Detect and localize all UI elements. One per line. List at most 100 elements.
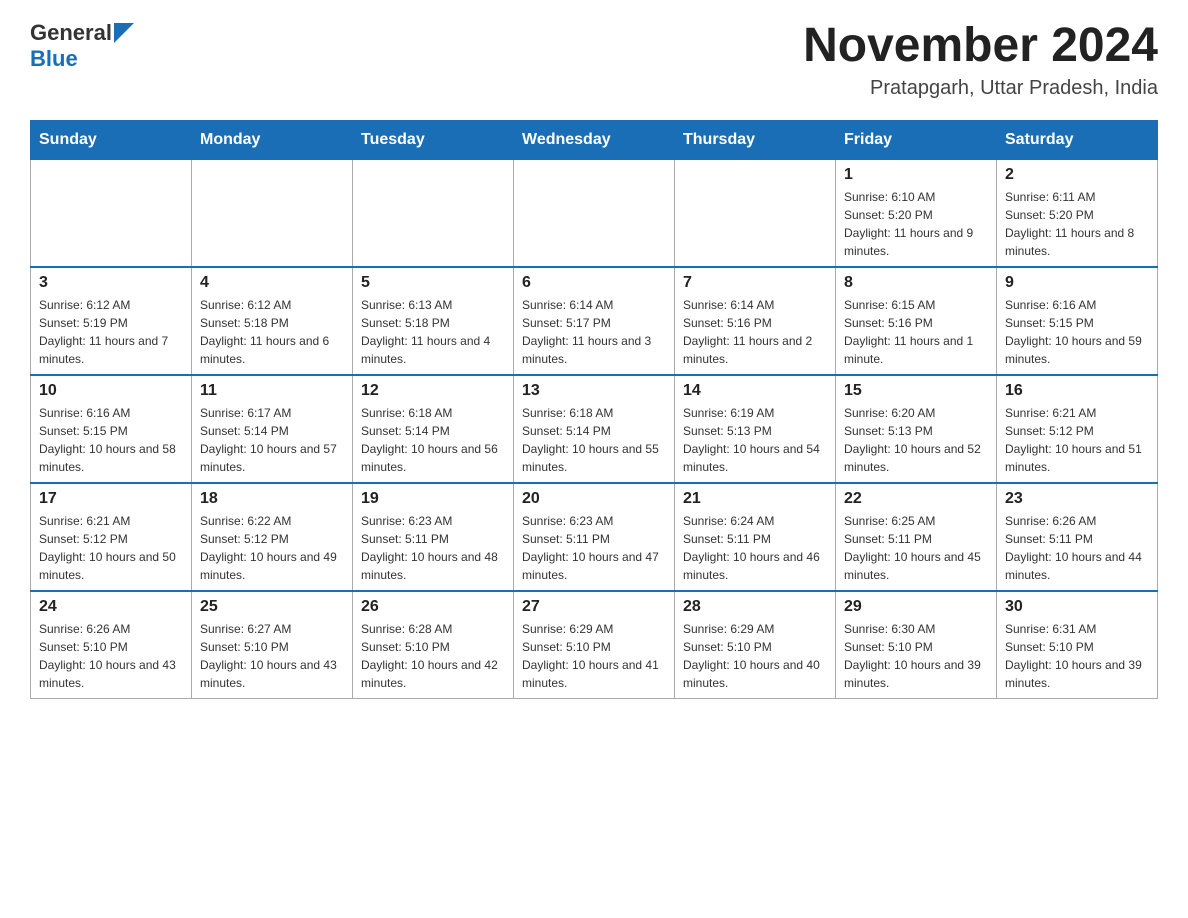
day-number: 22 [844, 490, 988, 508]
day-number: 7 [683, 274, 827, 292]
day-info: Sunrise: 6:16 AM Sunset: 5:15 PM Dayligh… [1005, 296, 1149, 368]
day-info: Sunrise: 6:19 AM Sunset: 5:13 PM Dayligh… [683, 404, 827, 476]
calendar-cell: 20 Sunrise: 6:23 AM Sunset: 5:11 PM Dayli… [514, 483, 675, 591]
calendar-cell: 7 Sunrise: 6:14 AM Sunset: 5:16 PM Daylig… [675, 267, 836, 375]
day-info: Sunrise: 6:18 AM Sunset: 5:14 PM Dayligh… [361, 404, 505, 476]
day-info: Sunrise: 6:23 AM Sunset: 5:11 PM Dayligh… [522, 512, 666, 584]
calendar-cell: 17 Sunrise: 6:21 AM Sunset: 5:12 PM Dayli… [31, 483, 192, 591]
day-number: 15 [844, 382, 988, 400]
day-info: Sunrise: 6:12 AM Sunset: 5:19 PM Dayligh… [39, 296, 183, 368]
title-area: November 2024 Pratapgarh, Uttar Pradesh,… [803, 20, 1158, 100]
day-info: Sunrise: 6:26 AM Sunset: 5:11 PM Dayligh… [1005, 512, 1149, 584]
day-number: 9 [1005, 274, 1149, 292]
calendar-cell: 4 Sunrise: 6:12 AM Sunset: 5:18 PM Daylig… [192, 267, 353, 375]
day-info: Sunrise: 6:23 AM Sunset: 5:11 PM Dayligh… [361, 512, 505, 584]
day-number: 20 [522, 490, 666, 508]
weekday-header-friday: Friday [836, 120, 997, 159]
week-row-2: 3 Sunrise: 6:12 AM Sunset: 5:19 PM Daylig… [31, 267, 1158, 375]
calendar: SundayMondayTuesdayWednesdayThursdayFrid… [30, 120, 1158, 699]
day-number: 10 [39, 382, 183, 400]
week-row-5: 24 Sunrise: 6:26 AM Sunset: 5:10 PM Dayli… [31, 591, 1158, 699]
day-info: Sunrise: 6:30 AM Sunset: 5:10 PM Dayligh… [844, 620, 988, 692]
calendar-cell [353, 159, 514, 267]
day-number: 17 [39, 490, 183, 508]
day-number: 19 [361, 490, 505, 508]
weekday-header-wednesday: Wednesday [514, 120, 675, 159]
day-number: 3 [39, 274, 183, 292]
day-number: 23 [1005, 490, 1149, 508]
logo-triangle-icon [114, 23, 134, 43]
day-number: 12 [361, 382, 505, 400]
day-number: 21 [683, 490, 827, 508]
calendar-cell: 15Sunrise: 6:20 AM Sunset: 5:13 PM Dayli… [836, 375, 997, 483]
calendar-cell [31, 159, 192, 267]
day-info: Sunrise: 6:16 AM Sunset: 5:15 PM Dayligh… [39, 404, 183, 476]
calendar-cell: 2Sunrise: 6:11 AM Sunset: 5:20 PM Daylig… [997, 159, 1158, 267]
day-info: Sunrise: 6:25 AM Sunset: 5:11 PM Dayligh… [844, 512, 988, 584]
day-number: 13 [522, 382, 666, 400]
calendar-cell: 28 Sunrise: 6:29 AM Sunset: 5:10 PM Dayli… [675, 591, 836, 699]
calendar-cell: 6Sunrise: 6:14 AM Sunset: 5:17 PM Daylig… [514, 267, 675, 375]
day-info: Sunrise: 6:10 AM Sunset: 5:20 PM Dayligh… [844, 188, 988, 260]
weekday-header-saturday: Saturday [997, 120, 1158, 159]
calendar-cell: 10 Sunrise: 6:16 AM Sunset: 5:15 PM Dayli… [31, 375, 192, 483]
day-number: 26 [361, 598, 505, 616]
day-info: Sunrise: 6:11 AM Sunset: 5:20 PM Dayligh… [1005, 188, 1149, 260]
calendar-cell: 22 Sunrise: 6:25 AM Sunset: 5:11 PM Dayli… [836, 483, 997, 591]
day-number: 24 [39, 598, 183, 616]
day-number: 27 [522, 598, 666, 616]
calendar-cell: 12 Sunrise: 6:18 AM Sunset: 5:14 PM Dayli… [353, 375, 514, 483]
calendar-cell: 21 Sunrise: 6:24 AM Sunset: 5:11 PM Dayli… [675, 483, 836, 591]
weekday-header-sunday: Sunday [31, 120, 192, 159]
day-info: Sunrise: 6:29 AM Sunset: 5:10 PM Dayligh… [683, 620, 827, 692]
calendar-cell: 27Sunrise: 6:29 AM Sunset: 5:10 PM Dayli… [514, 591, 675, 699]
day-info: Sunrise: 6:26 AM Sunset: 5:10 PM Dayligh… [39, 620, 183, 692]
day-info: Sunrise: 6:14 AM Sunset: 5:16 PM Dayligh… [683, 296, 827, 368]
day-number: 16 [1005, 382, 1149, 400]
day-info: Sunrise: 6:15 AM Sunset: 5:16 PM Dayligh… [844, 296, 988, 368]
calendar-cell: 24 Sunrise: 6:26 AM Sunset: 5:10 PM Dayli… [31, 591, 192, 699]
day-number: 28 [683, 598, 827, 616]
day-info: Sunrise: 6:17 AM Sunset: 5:14 PM Dayligh… [200, 404, 344, 476]
calendar-cell: 11 Sunrise: 6:17 AM Sunset: 5:14 PM Dayli… [192, 375, 353, 483]
calendar-cell: 5 Sunrise: 6:13 AM Sunset: 5:18 PM Daylig… [353, 267, 514, 375]
calendar-cell [192, 159, 353, 267]
day-info: Sunrise: 6:18 AM Sunset: 5:14 PM Dayligh… [522, 404, 666, 476]
day-info: Sunrise: 6:13 AM Sunset: 5:18 PM Dayligh… [361, 296, 505, 368]
logo: General Blue [30, 20, 134, 72]
day-number: 1 [844, 166, 988, 184]
calendar-cell [514, 159, 675, 267]
calendar-cell: 26 Sunrise: 6:28 AM Sunset: 5:10 PM Dayli… [353, 591, 514, 699]
day-info: Sunrise: 6:21 AM Sunset: 5:12 PM Dayligh… [39, 512, 183, 584]
day-number: 30 [1005, 598, 1149, 616]
calendar-cell: 19 Sunrise: 6:23 AM Sunset: 5:11 PM Dayli… [353, 483, 514, 591]
day-info: Sunrise: 6:21 AM Sunset: 5:12 PM Dayligh… [1005, 404, 1149, 476]
calendar-cell: 29Sunrise: 6:30 AM Sunset: 5:10 PM Dayli… [836, 591, 997, 699]
day-number: 6 [522, 274, 666, 292]
day-number: 11 [200, 382, 344, 400]
header: General Blue November 2024 Pratapgarh, U… [30, 20, 1158, 100]
day-info: Sunrise: 6:12 AM Sunset: 5:18 PM Dayligh… [200, 296, 344, 368]
day-number: 8 [844, 274, 988, 292]
weekday-header-tuesday: Tuesday [353, 120, 514, 159]
day-number: 5 [361, 274, 505, 292]
day-number: 4 [200, 274, 344, 292]
calendar-cell: 18Sunrise: 6:22 AM Sunset: 5:12 PM Dayli… [192, 483, 353, 591]
calendar-cell: 13 Sunrise: 6:18 AM Sunset: 5:14 PM Dayli… [514, 375, 675, 483]
calendar-cell: 23 Sunrise: 6:26 AM Sunset: 5:11 PM Dayli… [997, 483, 1158, 591]
page-title: November 2024 [803, 20, 1158, 73]
calendar-cell [675, 159, 836, 267]
day-info: Sunrise: 6:31 AM Sunset: 5:10 PM Dayligh… [1005, 620, 1149, 692]
logo-blue-text: Blue [30, 46, 78, 72]
weekday-header-row: SundayMondayTuesdayWednesdayThursdayFrid… [31, 120, 1158, 159]
calendar-cell: 3 Sunrise: 6:12 AM Sunset: 5:19 PM Daylig… [31, 267, 192, 375]
weekday-header-monday: Monday [192, 120, 353, 159]
week-row-4: 17 Sunrise: 6:21 AM Sunset: 5:12 PM Dayli… [31, 483, 1158, 591]
day-info: Sunrise: 6:24 AM Sunset: 5:11 PM Dayligh… [683, 512, 827, 584]
day-number: 18 [200, 490, 344, 508]
calendar-cell: 25Sunrise: 6:27 AM Sunset: 5:10 PM Dayli… [192, 591, 353, 699]
calendar-cell: 1 Sunrise: 6:10 AM Sunset: 5:20 PM Daylig… [836, 159, 997, 267]
calendar-cell: 30 Sunrise: 6:31 AM Sunset: 5:10 PM Dayli… [997, 591, 1158, 699]
day-info: Sunrise: 6:28 AM Sunset: 5:10 PM Dayligh… [361, 620, 505, 692]
week-row-3: 10 Sunrise: 6:16 AM Sunset: 5:15 PM Dayli… [31, 375, 1158, 483]
